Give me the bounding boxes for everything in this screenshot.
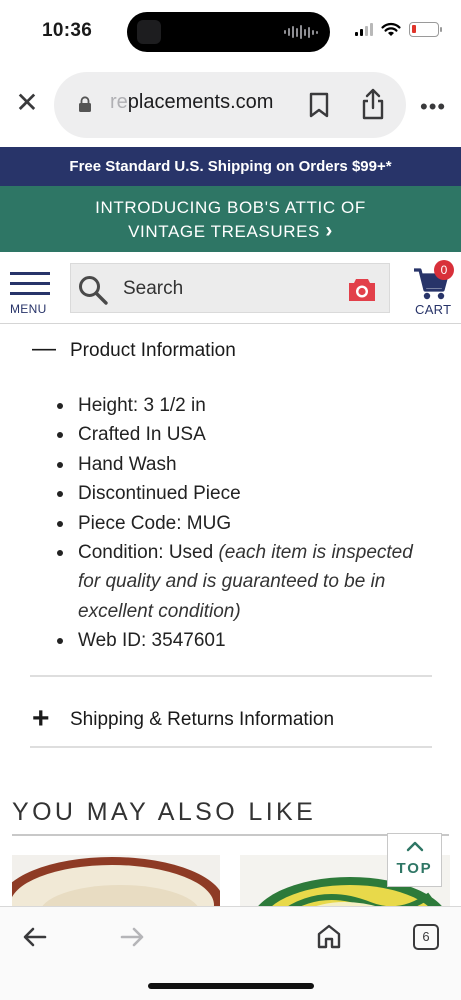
status-bar: 10:36 [0,0,461,64]
audio-wave-icon [284,25,318,39]
shipping-banner[interactable]: Free Standard U.S. Shipping on Orders $9… [0,147,461,186]
spec-piece-code: Piece Code: MUG [78,512,232,534]
tabs-icon[interactable]: 6 [413,924,439,950]
product-info-list: Height: 3 1/2 in Crafted In USA Hand Was… [57,391,438,656]
bookmark-icon[interactable] [308,92,330,118]
spec-web-id: Web ID: 3547601 [78,630,226,652]
list-item: Crafted In USA [57,420,438,449]
site-header: MENU Search 0 CART [0,252,461,324]
battery-icon [409,22,442,37]
chevron-up-icon [406,841,424,852]
divider [30,746,432,748]
plus-icon: + [32,702,50,735]
close-icon[interactable]: ✕ [14,89,40,117]
spec-height: Height: 3 1/2 in [78,395,206,416]
url-faded: re [110,91,128,113]
chevron-right-icon: › [325,219,333,242]
home-icon[interactable] [316,923,342,949]
spec-origin: Crafted In USA [78,424,206,446]
menu-icon-bar [10,292,50,295]
share-icon[interactable] [360,88,386,120]
status-icons [355,22,442,37]
recommendations-rule [12,834,449,836]
island-app-icon [137,20,161,44]
product-info-title: Product Information [70,340,236,361]
promo-line-1: INTRODUCING BOB'S ATTIC OF [95,198,366,217]
cart-count-badge: 0 [434,260,454,280]
minus-icon: — [32,335,56,362]
spec-care: Hand Wash [78,453,177,475]
cellular-signal-icon [355,23,373,36]
url-text[interactable]: replacements.com [110,91,273,114]
list-item: Web ID: 3547601 [57,626,438,655]
list-item: Condition: Used (each item is inspected … [57,538,438,626]
back-arrow-icon[interactable] [22,925,48,949]
menu-label: MENU [10,302,47,316]
shipping-returns-toggle[interactable]: + Shipping & Returns Information [32,702,334,736]
promo-line-2-text: VINTAGE TREASURES [128,222,320,241]
cart-label: CART [415,302,452,317]
battery-level [412,25,416,33]
lock-icon [79,96,91,112]
menu-button[interactable]: MENU [10,270,52,318]
address-bar[interactable]: replacements.com [54,72,406,138]
back-to-top-button[interactable]: TOP [387,833,442,887]
list-item: Height: 3 1/2 in [57,391,438,420]
wifi-icon [381,22,401,36]
search-icon [79,276,108,305]
promo-line-2: VINTAGE TREASURES › [0,219,461,243]
url-domain: placements.com [127,91,274,113]
menu-icon-bar [10,282,50,285]
more-icon[interactable]: ••• [420,94,446,120]
home-indicator [148,983,314,989]
spec-condition: Condition: Used [78,542,214,564]
promo-banner[interactable]: INTRODUCING BOB'S ATTIC OF VINTAGE TREAS… [0,186,461,252]
camera-icon[interactable] [347,276,377,302]
search-placeholder: Search [123,278,184,299]
browser-toolbar: ✕ replacements.com ••• [0,72,461,138]
list-item: Discontinued Piece [57,479,438,508]
product-info-toggle[interactable]: — Product Information [32,335,236,363]
recommendations-title: YOU MAY ALSO LIKE [12,798,317,826]
cart-button[interactable]: 0 CART [412,258,456,320]
list-item: Hand Wash [57,450,438,479]
forward-arrow-icon[interactable] [119,925,145,949]
menu-icon [10,272,50,275]
search-input[interactable]: Search [70,263,390,313]
status-time: 10:36 [42,20,93,41]
dynamic-island [127,12,330,52]
spec-status: Discontinued Piece [78,483,241,505]
list-item: Piece Code: MUG [57,509,438,538]
shipping-returns-title: Shipping & Returns Information [70,709,335,730]
back-to-top-label: TOP [396,860,433,877]
divider [30,675,432,677]
